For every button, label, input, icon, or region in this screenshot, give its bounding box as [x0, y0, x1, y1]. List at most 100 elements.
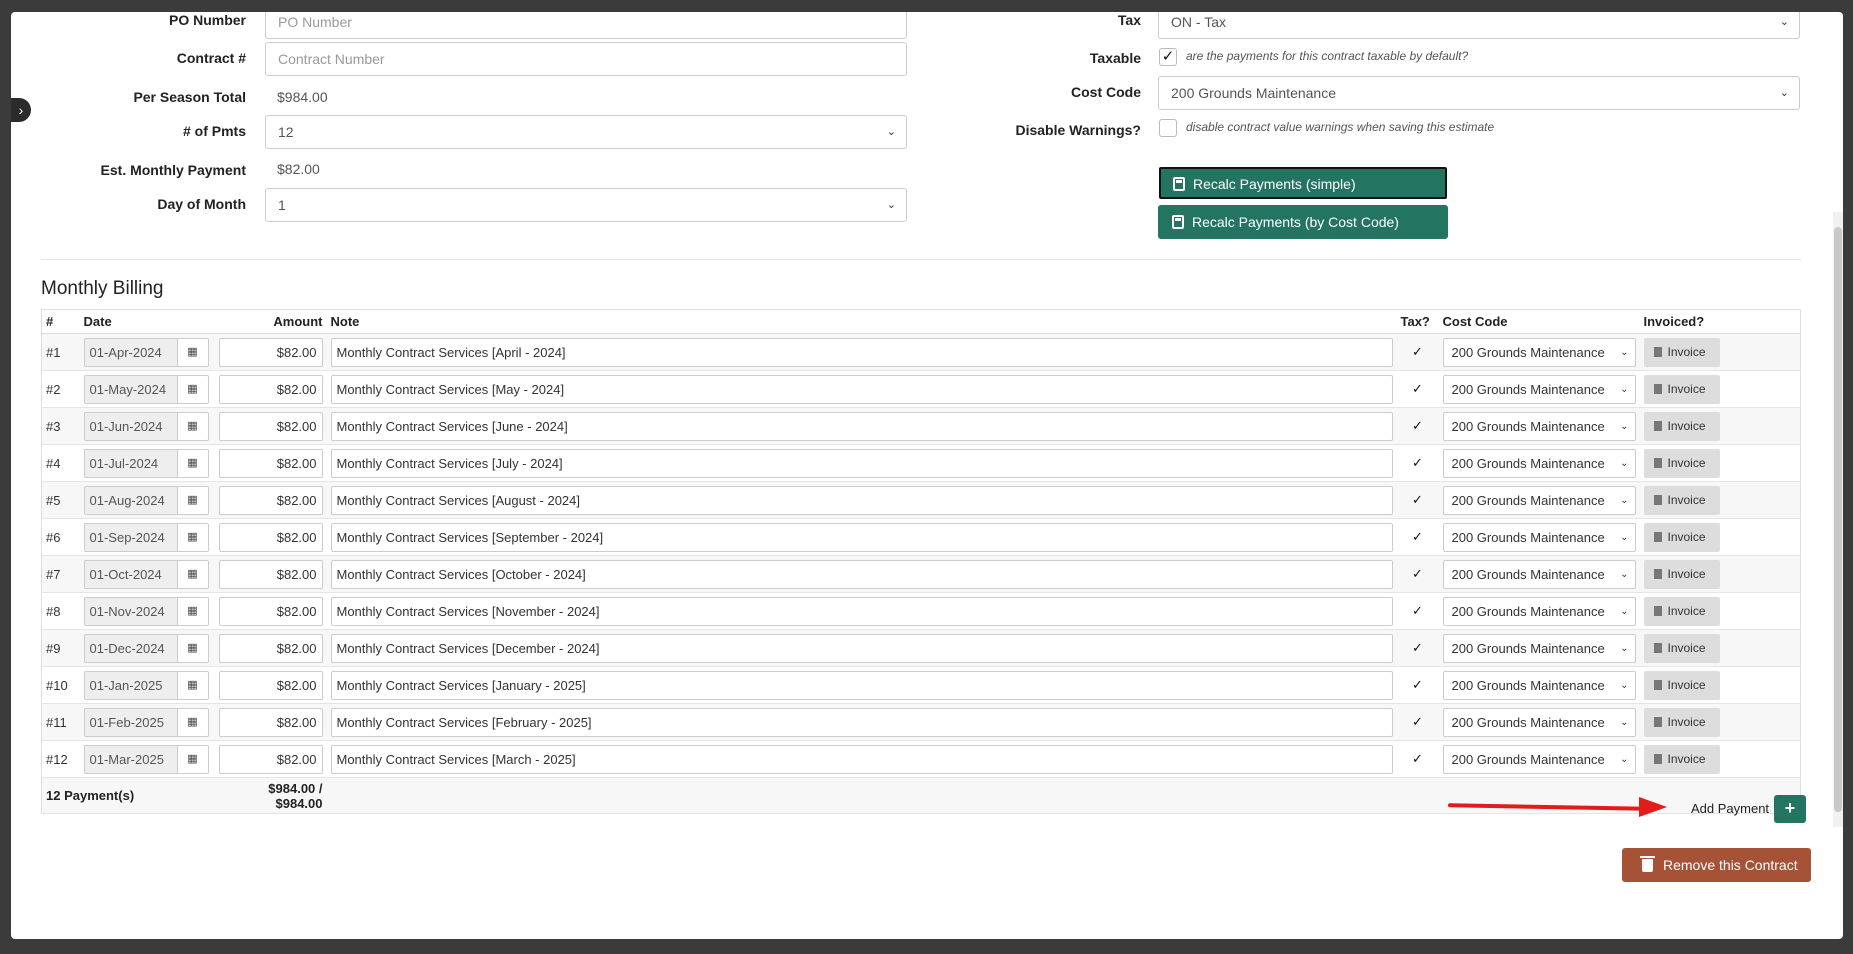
amount-input[interactable]: $82.00 — [218, 374, 323, 404]
calendar-icon[interactable]: ▦ — [176, 670, 209, 700]
tax-checkbox[interactable]: ✓ — [1396, 629, 1439, 667]
invoice-button[interactable]: Invoice — [1643, 485, 1720, 515]
date-input[interactable]: 01-Nov-2024 — [83, 596, 177, 626]
cost-code-select[interactable]: 200 Grounds Maintenance ⌄ — [1442, 559, 1636, 589]
remove-contract-button[interactable]: Remove this Contract — [1622, 848, 1811, 882]
invoice-button[interactable]: Invoice — [1643, 411, 1720, 441]
date-input[interactable]: 01-Sep-2024 — [83, 522, 177, 552]
note-input[interactable]: Monthly Contract Services [May - 2024] — [330, 374, 1393, 404]
tax-checkbox[interactable]: ✓ — [1396, 666, 1439, 704]
tax-checkbox[interactable]: ✓ — [1396, 555, 1439, 593]
note-input[interactable]: Monthly Contract Services [December - 20… — [330, 633, 1393, 663]
date-input[interactable]: 01-Jul-2024 — [83, 448, 177, 478]
invoice-button[interactable]: Invoice — [1643, 374, 1720, 404]
invoice-button[interactable]: Invoice — [1643, 337, 1720, 367]
tax-checkbox[interactable]: ✓ — [1396, 407, 1439, 445]
note-input[interactable]: Monthly Contract Services [February - 20… — [330, 707, 1393, 737]
po-number-input[interactable]: PO Number — [265, 12, 907, 39]
calendar-icon[interactable]: ▦ — [176, 596, 209, 626]
calendar-icon[interactable]: ▦ — [176, 633, 209, 663]
taxable-checkbox[interactable]: ✓ — [1159, 48, 1177, 66]
date-input[interactable]: 01-Apr-2024 — [83, 337, 177, 367]
note-input[interactable]: Monthly Contract Services [September - 2… — [330, 522, 1393, 552]
recalc-cost-code-button[interactable]: Recalc Payments (by Cost Code) — [1158, 205, 1448, 239]
calendar-icon[interactable]: ▦ — [176, 707, 209, 737]
cost-code-select[interactable]: 200 Grounds Maintenance ⌄ — [1442, 485, 1636, 515]
add-payment-button[interactable]: + — [1774, 795, 1806, 823]
date-input[interactable]: 01-Jun-2024 — [83, 411, 177, 441]
amount-input[interactable]: $82.00 — [218, 670, 323, 700]
num-pmts-select[interactable]: 12 ⌄ — [265, 115, 907, 149]
invoice-button[interactable]: Invoice — [1643, 522, 1720, 552]
date-input[interactable]: 01-Jan-2025 — [83, 670, 177, 700]
cost-code-select[interactable]: 200 Grounds Maintenance ⌄ — [1442, 411, 1636, 441]
calendar-icon[interactable]: ▦ — [176, 448, 209, 478]
invoice-button[interactable]: Invoice — [1643, 707, 1720, 737]
amount-input[interactable]: $82.00 — [218, 596, 323, 626]
note-input[interactable]: Monthly Contract Services [June - 2024] — [330, 411, 1393, 441]
amount-input[interactable]: $82.00 — [218, 337, 323, 367]
chevron-right-icon[interactable]: › — [11, 98, 31, 122]
plus-icon: + — [1784, 798, 1796, 818]
cost-code-select[interactable]: 200 Grounds Maintenance ⌄ — [1442, 707, 1636, 737]
note-input[interactable]: Monthly Contract Services [January - 202… — [330, 670, 1393, 700]
cost-code-select[interactable]: 200 Grounds Maintenance ⌄ — [1442, 522, 1636, 552]
disable-warnings-checkbox[interactable] — [1159, 119, 1177, 137]
calendar-icon[interactable]: ▦ — [176, 744, 209, 774]
cost-code-select[interactable]: 200 Grounds Maintenance ⌄ — [1442, 596, 1636, 626]
invoice-button[interactable]: Invoice — [1643, 559, 1720, 589]
scrollbar-thumb[interactable] — [1834, 227, 1842, 812]
tax-checkbox[interactable]: ✓ — [1396, 592, 1439, 630]
invoice-button[interactable]: Invoice — [1643, 633, 1720, 663]
contract-number-input[interactable]: Contract Number — [265, 42, 907, 76]
calendar-icon[interactable]: ▦ — [176, 411, 209, 441]
recalc-simple-button[interactable]: Recalc Payments (simple) — [1158, 166, 1448, 200]
date-input[interactable]: 01-Feb-2025 — [83, 707, 177, 737]
cost-code-select[interactable]: 200 Grounds Maintenance ⌄ — [1442, 374, 1636, 404]
tax-checkbox[interactable]: ✓ — [1396, 370, 1439, 408]
amount-input[interactable]: $82.00 — [218, 744, 323, 774]
calendar-icon[interactable]: ▦ — [176, 559, 209, 589]
invoice-button[interactable]: Invoice — [1643, 596, 1720, 626]
note-input[interactable]: Monthly Contract Services [March - 2025] — [330, 744, 1393, 774]
tax-checkbox[interactable]: ✓ — [1396, 444, 1439, 482]
invoice-button[interactable]: Invoice — [1643, 744, 1720, 774]
cost-code-select[interactable]: 200 Grounds Maintenance ⌄ — [1442, 448, 1636, 478]
tax-checkbox[interactable]: ✓ — [1396, 518, 1439, 556]
invoice-button[interactable]: Invoice — [1643, 670, 1720, 700]
date-input[interactable]: 01-Oct-2024 — [83, 559, 177, 589]
amount-input[interactable]: $82.00 — [218, 485, 323, 515]
tax-label: Tax — [1117, 12, 1141, 28]
calendar-icon[interactable]: ▦ — [176, 485, 209, 515]
tax-checkbox[interactable]: ✓ — [1396, 481, 1439, 519]
tax-checkbox[interactable]: ✓ — [1396, 333, 1439, 371]
amount-input[interactable]: $82.00 — [218, 559, 323, 589]
note-input[interactable]: Monthly Contract Services [August - 2024… — [330, 485, 1393, 515]
date-input[interactable]: 01-Dec-2024 — [83, 633, 177, 663]
calendar-icon[interactable]: ▦ — [176, 337, 209, 367]
calendar-icon[interactable]: ▦ — [176, 522, 209, 552]
amount-input[interactable]: $82.00 — [218, 522, 323, 552]
amount-input[interactable]: $82.00 — [218, 411, 323, 441]
cost-code-select[interactable]: 200 Grounds Maintenance ⌄ — [1442, 744, 1636, 774]
amount-input[interactable]: $82.00 — [218, 633, 323, 663]
cost-code-select[interactable]: 200 Grounds Maintenance ⌄ — [1158, 76, 1800, 110]
date-input[interactable]: 01-May-2024 — [83, 374, 177, 404]
cost-code-select[interactable]: 200 Grounds Maintenance ⌄ — [1442, 633, 1636, 663]
amount-input[interactable]: $82.00 — [218, 707, 323, 737]
amount-input[interactable]: $82.00 — [218, 448, 323, 478]
invoice-button[interactable]: Invoice — [1643, 448, 1720, 478]
tax-select[interactable]: ON - Tax ⌄ — [1158, 12, 1800, 39]
cost-code-select[interactable]: 200 Grounds Maintenance ⌄ — [1442, 670, 1636, 700]
day-of-month-select[interactable]: 1 ⌄ — [265, 188, 907, 222]
cost-code-select[interactable]: 200 Grounds Maintenance ⌄ — [1442, 337, 1636, 367]
note-input[interactable]: Monthly Contract Services [November - 20… — [330, 596, 1393, 626]
tax-checkbox[interactable]: ✓ — [1396, 740, 1439, 778]
tax-checkbox[interactable]: ✓ — [1396, 703, 1439, 741]
date-input[interactable]: 01-Mar-2025 — [83, 744, 177, 774]
calendar-icon[interactable]: ▦ — [176, 374, 209, 404]
note-input[interactable]: Monthly Contract Services [October - 202… — [330, 559, 1393, 589]
note-input[interactable]: Monthly Contract Services [April - 2024] — [330, 337, 1393, 367]
date-input[interactable]: 01-Aug-2024 — [83, 485, 177, 515]
note-input[interactable]: Monthly Contract Services [July - 2024] — [330, 448, 1393, 478]
